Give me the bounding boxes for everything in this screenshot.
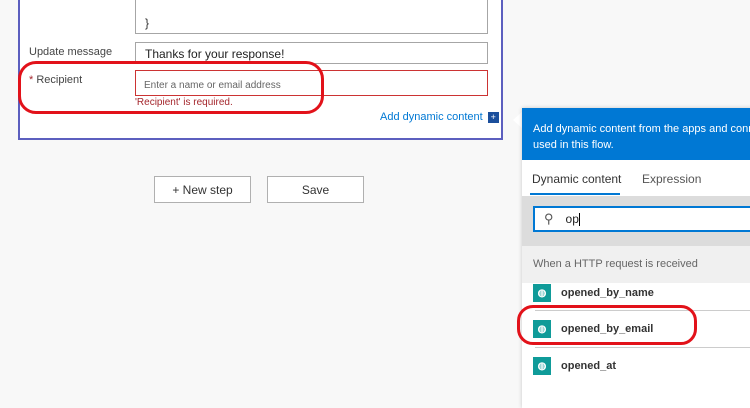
dynamic-content-panel: Add dynamic content from the apps and co… [522,108,750,408]
highlight-opened-by-email [517,305,697,345]
add-dynamic-label: Add dynamic content [380,111,483,123]
panel-pointer [513,112,522,128]
http-request-icon: ◍ [533,357,551,375]
text-cursor [578,212,580,226]
list-item[interactable]: ◍ opened_at [522,348,750,384]
panel-header: Add dynamic content from the apps and co… [522,108,750,160]
tab-dynamic-content[interactable]: Dynamic content [532,172,621,186]
search-value: op [565,212,579,226]
save-button[interactable]: Save [267,176,364,203]
http-request-icon: ◍ [533,284,551,302]
add-dynamic-content-link[interactable]: Add dynamic content + [380,111,499,123]
tab-expression[interactable]: Expression [642,172,701,186]
update-message-label: Update message [29,46,113,58]
body-textarea[interactable]: } [135,0,488,34]
highlight-recipient [18,61,324,114]
new-step-button[interactable]: + New step [154,176,251,203]
search-input[interactable]: ⚲ op [533,206,750,232]
code-text: } [145,16,150,30]
plus-icon: + [487,111,499,123]
active-tab-underline [530,193,620,195]
search-icon: ⚲ [544,211,554,226]
